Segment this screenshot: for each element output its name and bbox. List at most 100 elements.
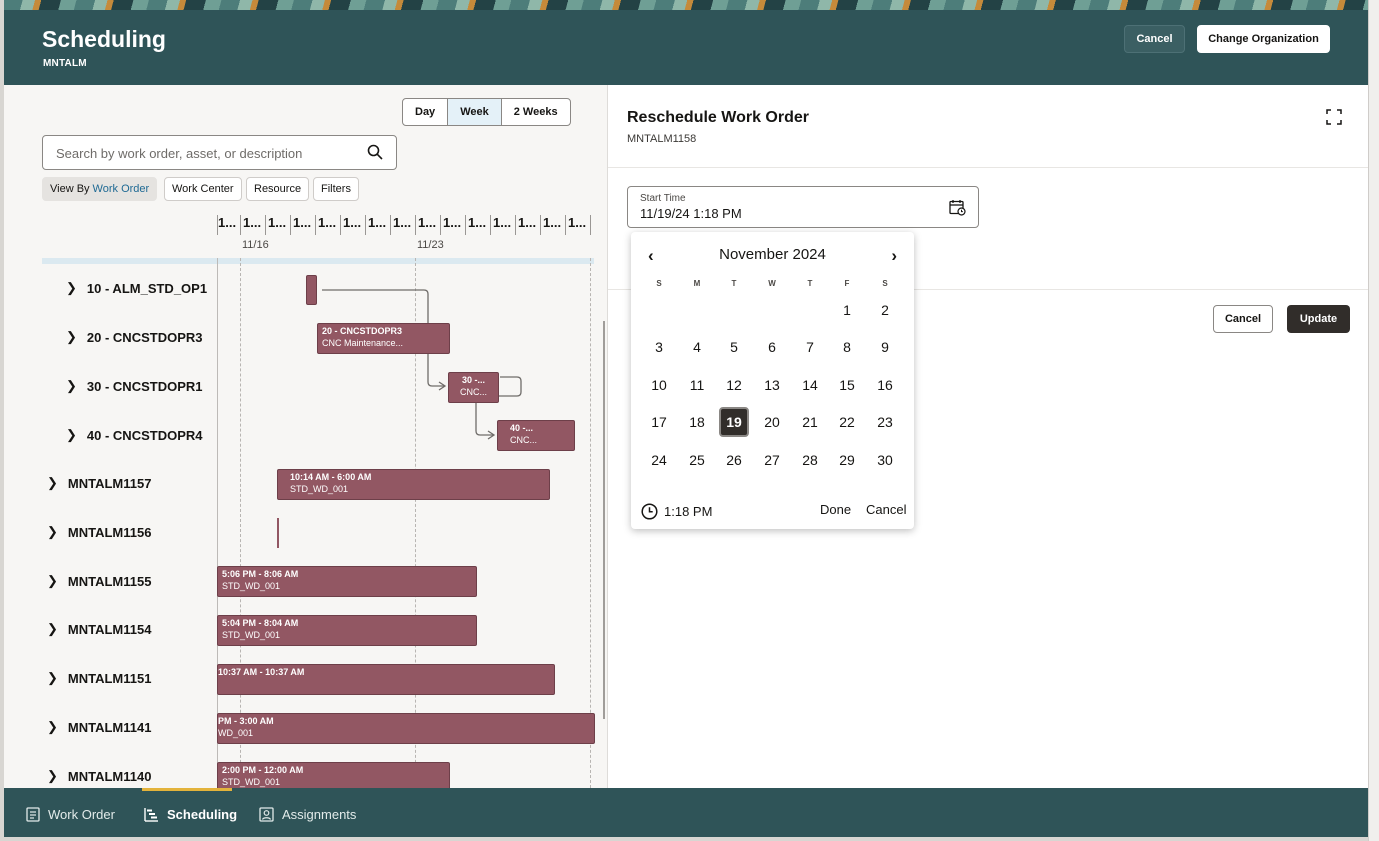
expand-icon[interactable] [1326,109,1342,125]
calendar-day[interactable]: 21 [795,407,825,437]
tick-label: 1... [443,215,462,230]
work-center-chip[interactable]: Work Center [164,177,242,201]
tick-label: 1... [493,215,512,230]
calendar-day[interactable]: 30 [870,445,900,475]
date-label-week-1: 11/16 [242,239,269,251]
panel-title: Reschedule Work Order [627,109,809,126]
tick-label: 1... [293,215,312,230]
calendar-day[interactable]: 9 [870,332,900,362]
calendar-day[interactable]: 2 [870,295,900,325]
bar-label-line1: 10:37 AM - 10:37 AM [218,667,305,677]
tab-scheduling[interactable]: Scheduling [144,807,237,822]
weekday-header: S [882,279,888,288]
work-order-bar-mntalm1157[interactable]: 10:14 AM - 6:00 AM STD_WD_001 [277,469,550,500]
calendar-day[interactable]: 18 [682,407,712,437]
calendar-day[interactable]: 23 [870,407,900,437]
search-icon[interactable] [367,144,383,160]
calendar-day[interactable]: 7 [795,332,825,362]
resource-chip[interactable]: Resource [246,177,310,201]
tab-label: Work Order [48,807,115,822]
panel-work-order-number: MNTALM1158 [627,133,697,145]
calendar-day[interactable]: 26 [719,445,749,475]
tick-label: 1... [268,215,287,230]
tick-divider [565,215,566,235]
tick-divider [490,215,491,235]
gantt-icon [144,808,158,822]
tab-assignments[interactable]: Assignments [259,807,356,822]
dependency-lines [277,289,522,548]
calendar-day[interactable]: 11 [682,370,712,400]
organization-code: MNTALM [43,58,87,69]
tick-label: 1... [368,215,387,230]
work-order-bar-mntalm1151[interactable]: 10:37 AM - 10:37 AM [217,664,555,695]
weekday-header: W [768,279,776,288]
calendar-day[interactable]: 10 [644,370,674,400]
calendar-day[interactable]: 14 [795,370,825,400]
calendar-day[interactable]: 16 [870,370,900,400]
tick-divider [390,215,391,235]
work-order-bar-mntalm1141[interactable]: PM - 3:00 AM WD_001 [217,713,595,744]
filters-chip[interactable]: Filters [313,177,359,201]
tab-work-order[interactable]: Work Order [26,807,115,822]
change-organization-button[interactable]: Change Organization [1197,25,1330,53]
picker-cancel-button[interactable]: Cancel [866,502,906,517]
header-cancel-button[interactable]: Cancel [1124,25,1185,53]
start-time-field[interactable]: Start Time 11/19/24 1:18 PM [627,186,979,228]
week-view-button[interactable]: Week [448,99,502,125]
calendar-day[interactable]: 20 [757,407,787,437]
calendar-day[interactable]: 12 [719,370,749,400]
tick-label: 1... [243,215,262,230]
search-input[interactable]: Search by work order, asset, or descript… [42,135,397,170]
tick-label: 1... [468,215,487,230]
tick-label: 1... [568,215,587,230]
bar-label-line2: STD_WD_001 [222,777,281,787]
day-view-button[interactable]: Day [403,99,449,125]
calendar-day[interactable]: 28 [795,445,825,475]
window-scrollbar[interactable] [1368,0,1379,841]
work-order-bar-mntalm1155[interactable]: 5:06 PM - 8:06 AM STD_WD_001 [217,566,477,597]
active-tab-indicator [142,788,232,791]
panel-cancel-button[interactable]: Cancel [1213,305,1273,333]
timeline-header: 1... 1... 1... 1... 1... 1... 1... 1... … [217,215,597,263]
work-order-bar-op10[interactable] [306,275,317,305]
calendar-day[interactable]: 3 [644,332,674,362]
work-order-bar-op30[interactable]: 30 -... CNC... [448,372,499,403]
calendar-day[interactable]: 25 [682,445,712,475]
view-by-value: Work Order [92,183,150,195]
work-order-bar-op20[interactable]: 20 - CNCSTDOPR3 CNC Maintenance... [317,323,450,354]
tick-label: 1... [518,215,537,230]
calendar-day[interactable]: 13 [757,370,787,400]
calendar-day[interactable]: 27 [757,445,787,475]
start-time-label: Start Time [640,193,686,204]
gantt-scrollbar[interactable] [603,321,605,719]
calendar-day[interactable]: 24 [644,445,674,475]
calendar-day[interactable]: 5 [719,332,749,362]
panel-divider [608,167,1368,168]
update-button[interactable]: Update [1287,305,1350,333]
two-weeks-view-button[interactable]: 2 Weeks [502,99,570,125]
calendar-clock-icon[interactable] [949,199,966,216]
view-by-work-order-chip[interactable]: View By Work Order [42,177,158,201]
bar-label-line1: 30 -... [461,375,485,385]
bar-label-line2: STD_WD_001 [222,630,281,640]
calendar-day[interactable]: 17 [644,407,674,437]
search-placeholder: Search by work order, asset, or descript… [56,146,303,161]
calendar-day[interactable]: 1 [832,295,862,325]
time-selector[interactable]: 1:18 PM [641,503,712,520]
calendar-day[interactable]: 29 [832,445,862,475]
bar-label-line2: STD_WD_001 [290,484,349,494]
picker-done-button[interactable]: Done [820,502,851,517]
calendar-day[interactable]: 15 [832,370,862,400]
next-month-icon[interactable]: › [891,246,897,266]
calendar-day[interactable]: 4 [682,332,712,362]
calendar-day-selected[interactable]: 19 [719,407,749,437]
tick-divider [415,215,416,235]
calendar-day[interactable]: 22 [832,407,862,437]
work-order-bar-mntalm1140[interactable]: 2:00 PM - 12:00 AM STD_WD_001 [217,762,450,788]
work-order-bar-mntalm1154[interactable]: 5:04 PM - 8:04 AM STD_WD_001 [217,615,477,646]
work-order-bar-op40[interactable]: 40 -... CNC... [497,420,575,451]
calendar-day[interactable]: 6 [757,332,787,362]
bar-label-line1: 40 -... [510,423,534,433]
tick-label: 1... [218,215,237,230]
calendar-day[interactable]: 8 [832,332,862,362]
